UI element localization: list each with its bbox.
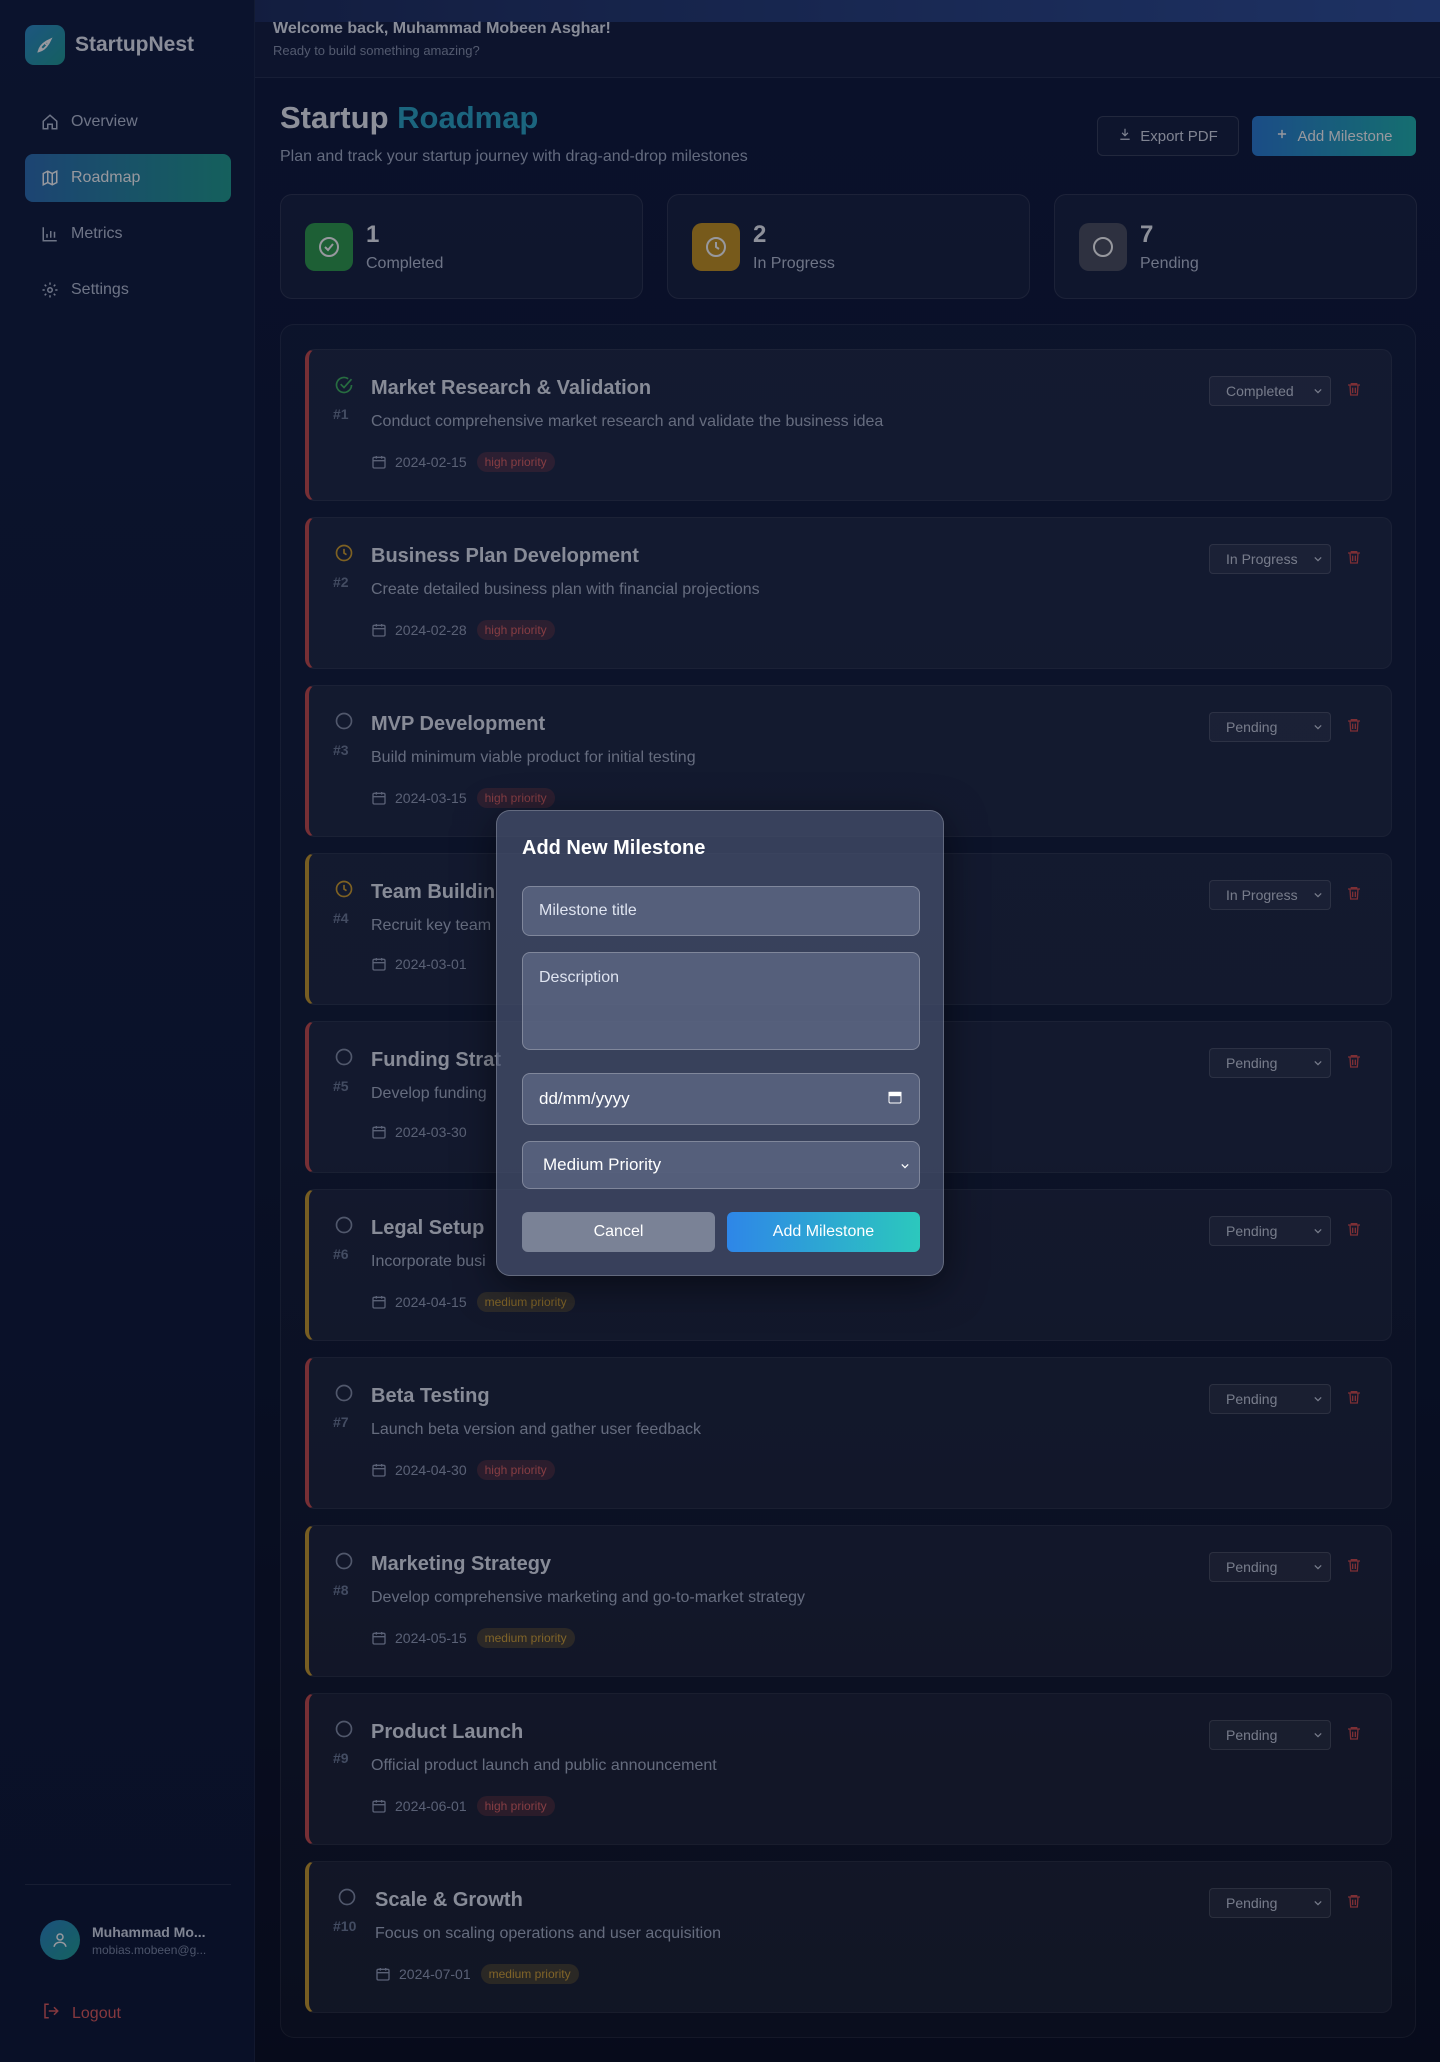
milestone-description-input[interactable] — [522, 952, 920, 1050]
submit-milestone-button[interactable]: Add Milestone — [727, 1212, 920, 1252]
date-placeholder: dd/mm/yyyy — [539, 1089, 630, 1108]
add-milestone-modal: Add New Milestone dd/mm/yyyy Medium Prio… — [496, 810, 944, 1276]
priority-value: Medium Priority — [543, 1155, 662, 1174]
milestone-title-input[interactable] — [522, 886, 920, 936]
calendar-icon[interactable] — [887, 1089, 903, 1110]
priority-select[interactable]: Medium Priority — [522, 1141, 920, 1189]
cancel-button[interactable]: Cancel — [522, 1212, 715, 1252]
modal-title: Add New Milestone — [522, 837, 706, 859]
milestone-date-input[interactable]: dd/mm/yyyy — [522, 1073, 920, 1125]
chevron-down-icon — [901, 1163, 909, 1169]
